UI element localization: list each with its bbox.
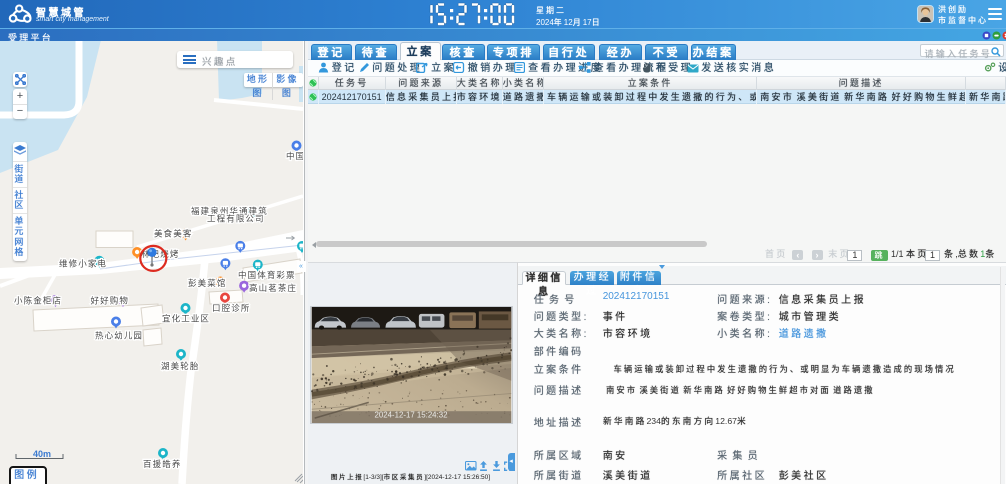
svg-text:中国体育彩票: 中国体育彩票: [238, 270, 296, 280]
svg-text:彭美菜馆: 彭美菜馆: [188, 278, 226, 288]
svg-text:湖美轮胎: 湖美轮胎: [161, 361, 199, 371]
svg-text:好好购物: 好好购物: [91, 296, 129, 306]
svg-text:宜化工业区: 宜化工业区: [162, 314, 210, 324]
svg-text:小陈金柜店: 小陈金柜店: [14, 296, 62, 306]
svg-text:林记烧烤: 林记烧烤: [141, 249, 179, 259]
svg-text:百援皓养: 百援皓养: [143, 459, 181, 469]
svg-text:2024-12-17 15:24:32: 2024-12-17 15:24:32: [375, 411, 448, 420]
svg-text:中国石: 中国石: [286, 151, 303, 161]
svg-text:维修小家电: 维修小家电: [59, 259, 107, 269]
svg-text:工程有限公司: 工程有限公司: [207, 214, 265, 224]
svg-text:热心幼儿园: 热心幼儿园: [95, 331, 143, 341]
svg-text:美食美客: 美食美客: [154, 229, 192, 239]
svg-text:口腔诊所: 口腔诊所: [212, 303, 250, 313]
svg-text:高山茗茶庄: 高山茗茶庄: [249, 283, 297, 293]
svg-text:40m: 40m: [33, 449, 51, 459]
